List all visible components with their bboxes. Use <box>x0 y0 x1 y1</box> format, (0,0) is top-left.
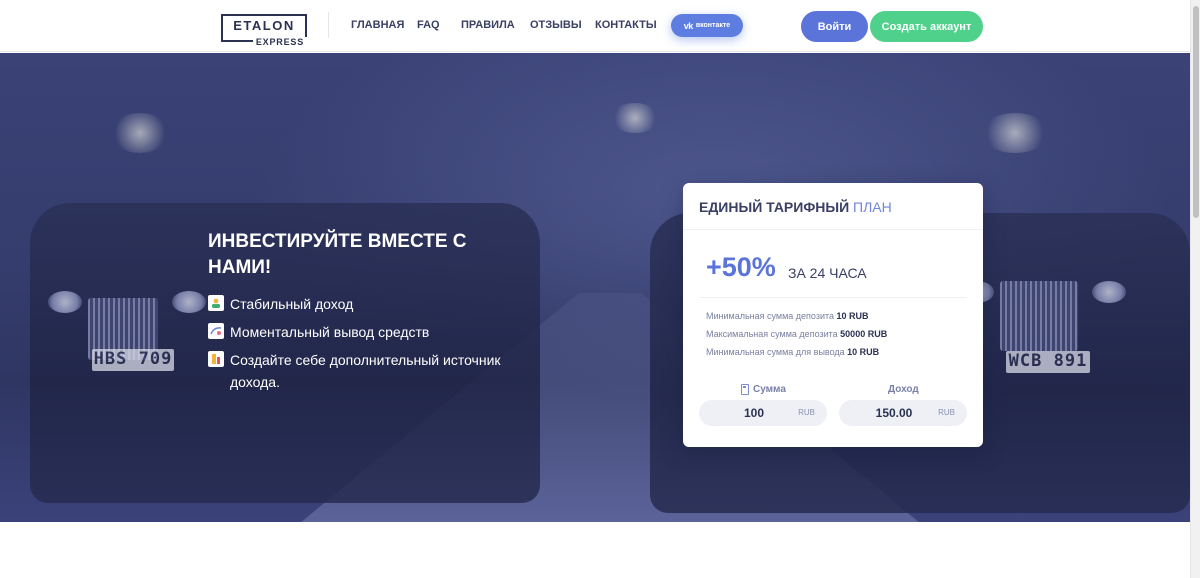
card-divider <box>699 297 967 298</box>
info-value: 50000 RUB <box>840 329 888 339</box>
instant-withdraw-icon <box>208 323 224 339</box>
hero-light <box>610 103 660 133</box>
hero-title: ИНВЕСТИРУЙТЕ ВМЕСТЕ С НАМИ! <box>208 231 467 278</box>
site-header: ETALON EXPRESS ГЛАВНАЯ FAQ ПРАВИЛА ОТЗЫВ… <box>0 0 1190 52</box>
car-headlight <box>172 291 206 313</box>
vkontakte-label: вконтакте <box>695 22 731 29</box>
hero-section: HBS 709 WCB 891 ИНВЕСТИРУЙТЕ ВМЕСТЕ С НА… <box>0 53 1190 522</box>
content-area <box>0 522 1190 578</box>
vkontakte-button[interactable]: vk вконтакте <box>671 14 743 37</box>
plan-percent: +50% <box>706 252 776 282</box>
page-scrollbar[interactable] <box>1190 0 1200 578</box>
tariff-plan-card: ЕДИНЫЙ ТАРИФНЫЙ ПЛАН +50% ЗА 24 ЧАСА Мин… <box>683 183 983 447</box>
logo-text-etalon: ETALON <box>233 18 295 33</box>
car-headlight <box>48 291 82 313</box>
card-divider <box>683 229 983 230</box>
nav-contacts[interactable]: КОНТАКТЫ <box>595 19 657 31</box>
feature-item: Создайте себе дополнительный источник до… <box>208 349 508 393</box>
info-label: Минимальная сумма депозита <box>706 311 834 321</box>
extra-income-icon <box>208 351 224 367</box>
feature-text: Моментальный вывод средств <box>230 324 430 340</box>
info-value: 10 RUB <box>847 347 880 357</box>
nav-home[interactable]: ГЛАВНАЯ <box>351 19 404 31</box>
amount-label-text: Сумма <box>753 384 786 395</box>
info-label: Максимальная сумма депозита <box>706 329 838 339</box>
info-min-withdraw: Минимальная сумма для вывода 10 RUB <box>706 347 879 357</box>
nav-reviews[interactable]: ОТЗЫВЫ <box>530 19 582 31</box>
info-max-deposit: Максимальная сумма депозита 50000 RUB <box>706 329 887 339</box>
amount-value: 100 <box>743 406 765 420</box>
plan-title-main: ЕДИНЫЙ ТАРИФНЫЙ <box>699 199 850 215</box>
hero-light <box>980 113 1050 153</box>
login-button[interactable]: Войти <box>801 11 868 42</box>
hero-light <box>110 113 170 153</box>
feature-item: Моментальный вывод средств <box>208 321 508 343</box>
nav-rules[interactable]: ПРАВИЛА <box>461 19 515 31</box>
income-value: 150.00 <box>875 406 913 420</box>
amount-label: Сумма <box>741 384 786 395</box>
income-output: 150.00 RUB <box>839 400 967 426</box>
info-value: 10 RUB <box>836 311 869 321</box>
car-headlight <box>1092 281 1126 303</box>
stable-income-icon <box>208 295 224 311</box>
amount-currency: RUB <box>798 408 815 417</box>
vk-icon: vk <box>683 20 694 31</box>
car-grille <box>1000 281 1078 351</box>
site-logo[interactable]: ETALON EXPRESS <box>221 14 307 47</box>
income-currency: RUB <box>938 408 955 417</box>
feature-text: Создайте себе дополнительный источник до… <box>230 352 501 390</box>
scrollbar-thumb[interactable] <box>1193 6 1199 218</box>
nav-faq[interactable]: FAQ <box>417 19 440 31</box>
plan-period: ЗА 24 ЧАСА <box>788 265 867 281</box>
car-plate-left: HBS 709 <box>92 349 174 371</box>
logo-text-express: EXPRESS <box>252 37 307 47</box>
plan-title-accent: ПЛАН <box>853 199 892 215</box>
register-button[interactable]: Создать аккаунт <box>870 11 983 42</box>
income-label: Доход <box>888 384 919 395</box>
calculator-icon <box>741 384 749 395</box>
header-divider <box>328 12 329 38</box>
plan-title: ЕДИНЫЙ ТАРИФНЫЙ ПЛАН <box>699 199 892 215</box>
feature-item: Стабильный доход <box>208 293 508 315</box>
info-min-deposit: Минимальная сумма депозита 10 RUB <box>706 311 869 321</box>
amount-input[interactable]: 100 RUB <box>699 400 827 426</box>
car-plate-right: WCB 891 <box>1006 351 1090 373</box>
feature-text: Стабильный доход <box>230 296 354 312</box>
info-label: Минимальная сумма для вывода <box>706 347 845 357</box>
